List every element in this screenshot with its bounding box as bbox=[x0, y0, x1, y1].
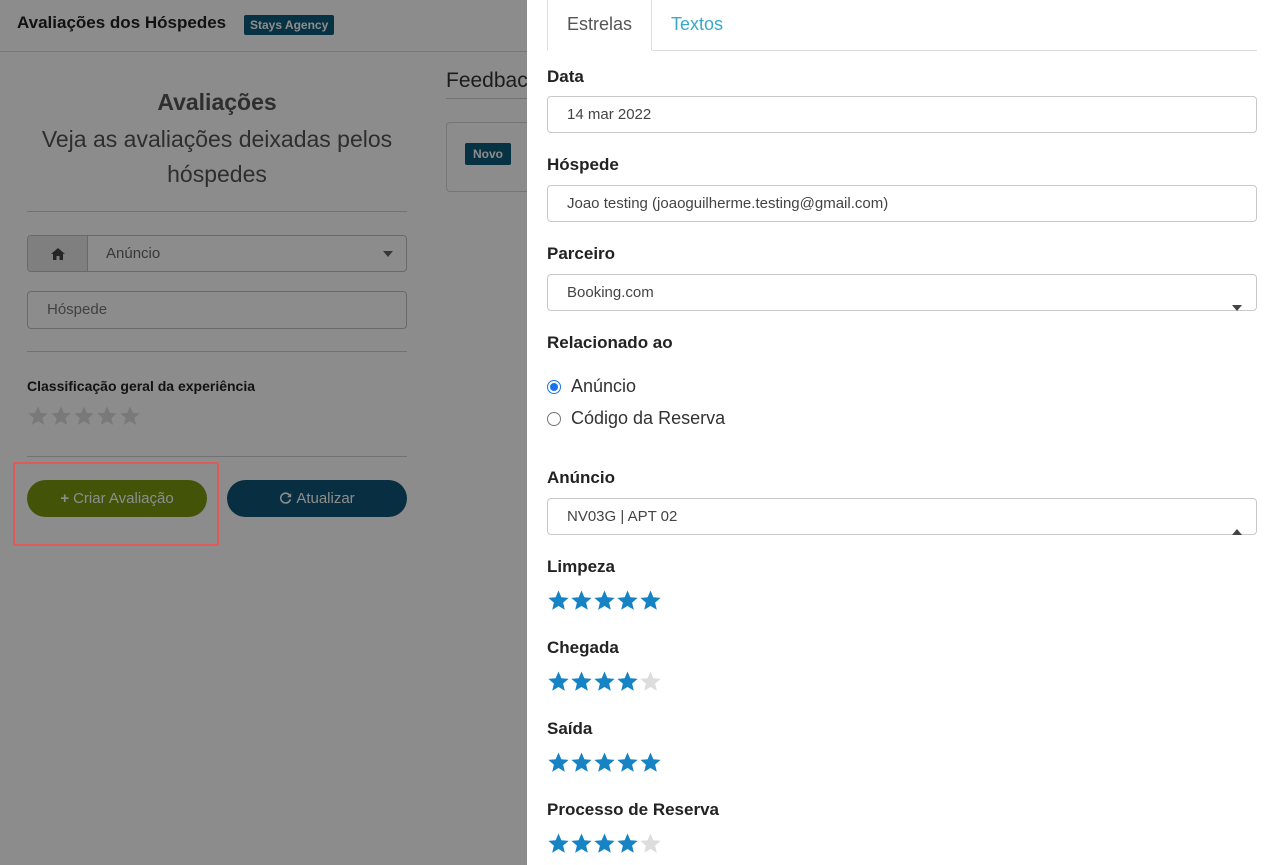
related-label: Relacionado ao bbox=[547, 333, 673, 352]
rating-label-chegada: Chegada bbox=[547, 638, 619, 657]
rating-label-processo-reserva: Processo de Reserva bbox=[547, 800, 719, 819]
star-filled-icon[interactable] bbox=[639, 589, 662, 612]
star-filled-icon[interactable] bbox=[570, 832, 593, 855]
chevron-up-icon bbox=[1232, 513, 1242, 548]
guest-field[interactable]: Joao testing (joaoguilherme.testing@gmai… bbox=[547, 185, 1257, 222]
chevron-down-icon bbox=[1232, 289, 1242, 324]
star-filled-icon[interactable] bbox=[570, 670, 593, 693]
star-filled-icon[interactable] bbox=[547, 670, 570, 693]
partner-value: Booking.com bbox=[567, 284, 654, 301]
radio-option-anuncio[interactable]: Anúncio bbox=[547, 376, 636, 397]
star-filled-icon[interactable] bbox=[616, 832, 639, 855]
star-filled-icon[interactable] bbox=[570, 589, 593, 612]
radio-button[interactable] bbox=[547, 411, 561, 426]
star-filled-icon[interactable] bbox=[547, 832, 570, 855]
star-filled-icon[interactable] bbox=[593, 832, 616, 855]
tab-estrelas[interactable]: Estrelas bbox=[547, 0, 653, 51]
radio-option-codigo-reserva[interactable]: Código da Reserva bbox=[547, 408, 725, 429]
rating-stars-limpeza[interactable] bbox=[547, 589, 662, 612]
radio-button[interactable] bbox=[547, 379, 561, 394]
star-filled-icon[interactable] bbox=[593, 751, 616, 774]
guest-label: Hóspede bbox=[547, 155, 619, 174]
star-filled-icon[interactable] bbox=[547, 589, 570, 612]
partner-select[interactable]: Booking.com bbox=[547, 274, 1257, 311]
partner-label: Parceiro bbox=[547, 244, 616, 263]
star-filled-icon[interactable] bbox=[570, 751, 593, 774]
star-empty-icon[interactable] bbox=[639, 832, 662, 855]
star-filled-icon[interactable] bbox=[616, 670, 639, 693]
star-filled-icon[interactable] bbox=[616, 589, 639, 612]
rating-label-limpeza: Limpeza bbox=[547, 557, 616, 576]
star-empty-icon[interactable] bbox=[639, 670, 662, 693]
date-field[interactable]: 14 mar 2022 bbox=[547, 96, 1257, 133]
rating-stars-saida[interactable] bbox=[547, 751, 662, 774]
radio-label: Código da Reserva bbox=[571, 408, 726, 428]
star-filled-icon[interactable] bbox=[593, 589, 616, 612]
date-label: Data bbox=[547, 67, 584, 86]
highlight-annotation bbox=[13, 462, 219, 546]
listing-label: Anúncio bbox=[547, 468, 615, 487]
star-filled-icon[interactable] bbox=[616, 751, 639, 774]
star-filled-icon[interactable] bbox=[593, 670, 616, 693]
listing-select[interactable]: NV03G | APT 02 bbox=[547, 498, 1257, 535]
listing-value: NV03G | APT 02 bbox=[567, 508, 678, 525]
tab-bar: Estrelas Textos bbox=[547, 0, 1257, 51]
review-drawer: Estrelas Textos Data 14 mar 2022 Hóspede… bbox=[527, 0, 1269, 865]
star-filled-icon[interactable] bbox=[639, 751, 662, 774]
star-filled-icon[interactable] bbox=[547, 751, 570, 774]
rating-stars-processo-reserva[interactable] bbox=[547, 832, 662, 855]
rating-label-saida: Saída bbox=[547, 719, 593, 738]
tab-textos[interactable]: Textos bbox=[652, 0, 742, 51]
radio-label: Anúncio bbox=[571, 376, 637, 396]
rating-stars-chegada[interactable] bbox=[547, 670, 662, 693]
